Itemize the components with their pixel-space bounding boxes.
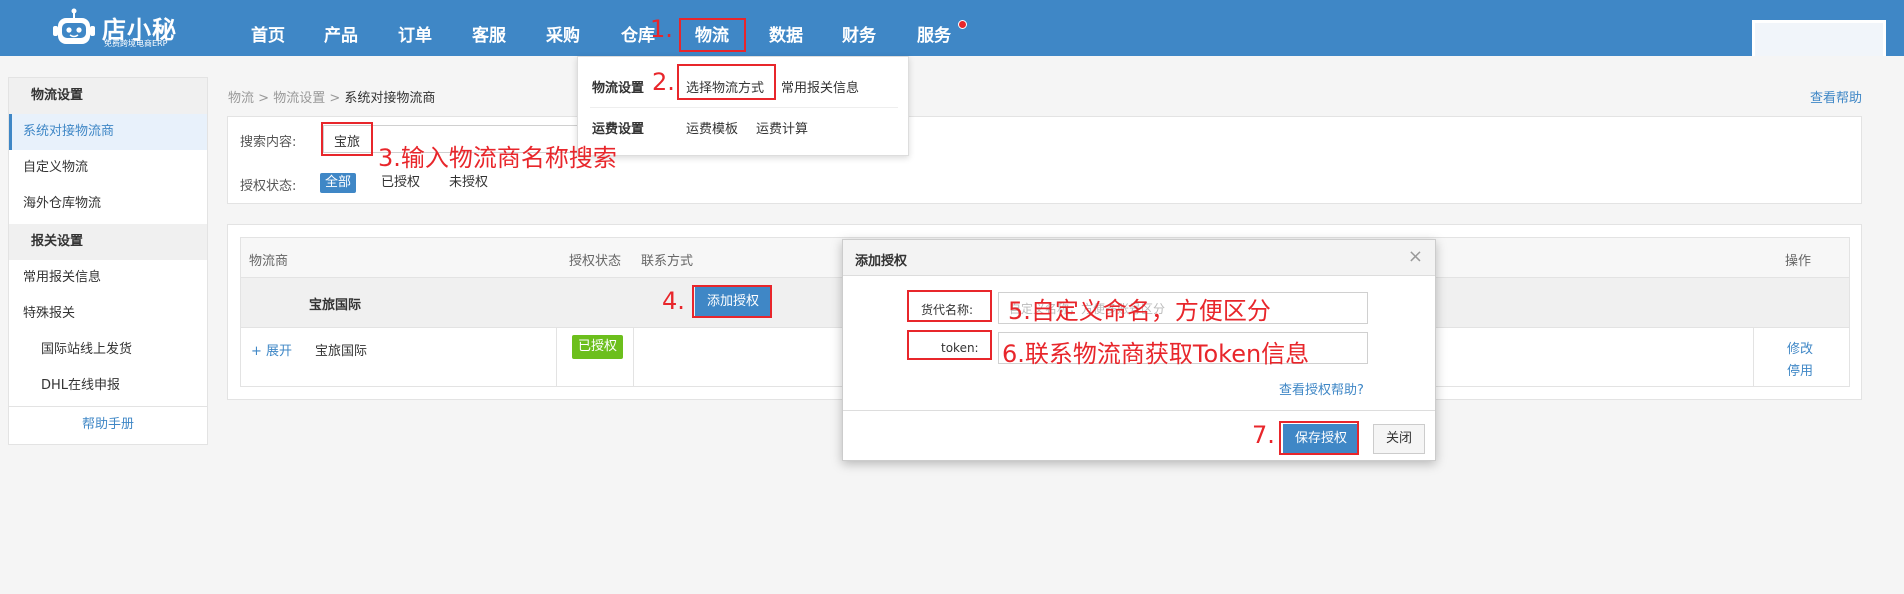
nav-products[interactable]: 产品	[324, 0, 358, 56]
dropdown-head-freight-settings: 运费设置	[592, 122, 645, 137]
user-account-box[interactable]	[1752, 20, 1886, 56]
sidebar-item-special-customs[interactable]: 特殊报关	[9, 296, 207, 332]
search-label: 搜索内容:	[240, 135, 297, 150]
column-divider	[556, 328, 557, 386]
annotation-step-2: 2.	[652, 68, 675, 96]
carrier-group-name: 宝旅国际	[309, 298, 362, 313]
dropdown-divider	[590, 107, 898, 108]
breadcrumb-logistics-settings[interactable]: 物流设置	[273, 91, 325, 106]
view-help-link[interactable]: 查看帮助	[1810, 87, 1862, 106]
annotation-step-5: 5.自定义命名，方便区分	[1008, 297, 1271, 325]
sidebar-group-logistics-settings: 物流设置	[9, 78, 207, 114]
sidebar-item-overseas-warehouse[interactable]: 海外仓库物流	[9, 186, 207, 222]
dialog-footer-divider	[843, 410, 1435, 411]
breadcrumb-sep: >	[329, 91, 341, 106]
auth-status-label: 授权状态:	[240, 179, 297, 194]
nav-label: 采购	[546, 26, 580, 46]
close-dialog-button[interactable]: 关闭	[1373, 424, 1425, 454]
dialog-header: 添加授权 ×	[843, 240, 1435, 276]
nav-label: 客服	[472, 26, 506, 46]
nav-label: 首页	[251, 26, 285, 46]
nav-label: 产品	[324, 26, 358, 46]
highlight-box-search	[321, 122, 373, 156]
disable-link[interactable]: 停用	[1787, 360, 1813, 379]
edit-link[interactable]: 修改	[1787, 338, 1813, 357]
breadcrumb-current: 系统对接物流商	[344, 91, 436, 106]
logo[interactable]: 店小秘 免费跨境电商ERP	[52, 6, 182, 50]
highlight-box-forwarder-name	[907, 290, 992, 322]
nav-home[interactable]: 首页	[251, 0, 285, 56]
dialog-title: 添加授权	[855, 254, 908, 269]
sidebar: 物流设置 系统对接物流商 自定义物流 海外仓库物流 报关设置 常用报关信息 特殊…	[8, 77, 208, 445]
sidebar-group-customs-settings: 报关设置	[9, 224, 207, 260]
breadcrumb: 物流 > 物流设置 > 系统对接物流商	[228, 87, 435, 106]
expand-link[interactable]: + 展开	[251, 340, 292, 359]
highlight-box-shipping-method	[677, 64, 776, 100]
dropdown-freight-template[interactable]: 运费模板	[686, 118, 738, 137]
robot-logo-icon	[53, 8, 95, 44]
carrier-name: 宝旅国际	[315, 344, 368, 359]
top-nav-bar: 店小秘 免费跨境电商ERP 首页 产品 订单 客服 采购 仓库 物流 数据 财务…	[0, 0, 1904, 56]
breadcrumb-sep: >	[258, 91, 270, 106]
filter-authorized[interactable]: 已授权	[376, 173, 425, 193]
nav-label: 订单	[398, 26, 432, 46]
dropdown-head-logistics-settings: 物流设置	[592, 81, 645, 96]
nav-orders[interactable]: 订单	[398, 0, 432, 56]
annotation-step-1: 1.	[650, 15, 673, 43]
dropdown-freight-calc[interactable]: 运费计算	[756, 118, 808, 137]
sidebar-subitem-intl-station[interactable]: 国际站线上发货	[9, 332, 207, 368]
sidebar-item-system-carriers[interactable]: 系统对接物流商	[9, 114, 207, 150]
sidebar-subitem-dhl-declare[interactable]: DHL在线申报	[9, 368, 207, 404]
sidebar-item-customs-info[interactable]: 常用报关信息	[9, 260, 207, 296]
nav-data[interactable]: 数据	[769, 0, 803, 56]
highlight-box-logistics	[679, 18, 746, 52]
logo-subtitle: 免费跨境电商ERP	[104, 39, 168, 48]
nav-label: 服务	[917, 26, 951, 46]
filter-unauthorized[interactable]: 未授权	[444, 173, 493, 193]
th-auth-status: 授权状态	[569, 254, 622, 269]
nav-customer-service[interactable]: 客服	[472, 0, 506, 56]
sidebar-help-manual[interactable]: 帮助手册	[9, 406, 207, 442]
annotation-step-4: 4.	[662, 287, 685, 315]
annotation-step-3: 3.输入物流商名称搜索	[378, 144, 617, 172]
nav-purchasing[interactable]: 采购	[546, 0, 580, 56]
column-divider	[1753, 328, 1754, 386]
th-actions: 操作	[1785, 254, 1812, 269]
authorized-badge: 已授权	[572, 335, 624, 359]
annotation-step-7: 7.	[1252, 421, 1275, 449]
dropdown-customs-info[interactable]: 常用报关信息	[781, 77, 859, 96]
highlight-box-save	[1279, 421, 1359, 455]
column-divider	[633, 328, 634, 386]
nav-services[interactable]: 服务	[917, 0, 951, 56]
highlight-box-token	[907, 330, 992, 360]
close-icon[interactable]: ×	[1408, 246, 1423, 267]
notification-dot	[958, 20, 967, 29]
highlight-box-add-auth	[692, 285, 772, 318]
filter-all[interactable]: 全部	[320, 173, 357, 193]
annotation-step-6: 6.联系物流商获取Token信息	[1002, 340, 1310, 368]
breadcrumb-logistics[interactable]: 物流	[228, 91, 254, 106]
sidebar-item-custom-logistics[interactable]: 自定义物流	[9, 150, 207, 186]
th-carrier: 物流商	[249, 254, 289, 269]
auth-help-link[interactable]: 查看授权帮助?	[1279, 379, 1364, 398]
th-contact: 联系方式	[641, 254, 694, 269]
nav-finance[interactable]: 财务	[842, 0, 876, 56]
